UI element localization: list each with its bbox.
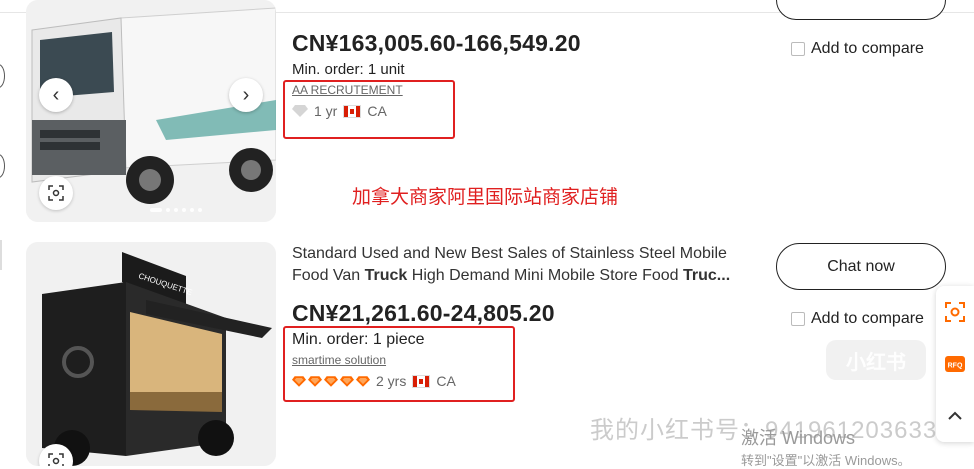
annotation-box	[283, 326, 515, 402]
compare-checkbox[interactable]	[791, 42, 805, 56]
carousel-next-button[interactable]: ›	[229, 78, 263, 112]
chat-now-button-partial[interactable]	[776, 0, 946, 20]
image-search-icon	[48, 185, 64, 201]
floating-side-panel: RFQ	[936, 286, 974, 442]
title-keyword: Truck	[364, 267, 408, 284]
product-image-truck[interactable]: ‹ ›	[26, 0, 276, 222]
add-to-compare[interactable]: Add to compare	[791, 310, 924, 328]
min-order: Min. order: 1 unit	[292, 61, 405, 78]
chat-now-button[interactable]: Chat now	[776, 243, 946, 290]
product-title-line-2: Food Van Truck High Demand Mini Mobile S…	[292, 265, 762, 287]
carousel-dot[interactable]	[182, 208, 186, 212]
product-price: CN¥163,005.60-166,549.20	[292, 30, 581, 56]
carousel-prev-button[interactable]: ‹	[39, 78, 73, 112]
carousel-dot[interactable]	[174, 208, 178, 212]
title-text: Food Van	[292, 267, 365, 284]
left-edge-radio-fragment	[0, 154, 5, 178]
compare-label: Add to compare	[811, 40, 924, 57]
carousel-dots	[150, 208, 202, 212]
image-search-icon	[48, 453, 64, 466]
carousel-dot[interactable]	[166, 208, 170, 212]
carousel-dot[interactable]	[190, 208, 194, 212]
xiaohongshu-watermark-logo: 小红书	[826, 340, 926, 380]
product-price: CN¥21,261.60-24,805.20	[292, 300, 555, 326]
compare-checkbox[interactable]	[791, 312, 805, 326]
image-search-button[interactable]	[39, 176, 73, 210]
windows-activation-title: 激活 Windows	[741, 428, 856, 448]
product-image-food-truck[interactable]: CHOUQUETTE	[26, 242, 276, 466]
title-text: High Demand Mini Mobile Store Food	[407, 267, 684, 284]
rfq-icon-text: RFQ	[948, 363, 963, 370]
camera-scan-icon	[945, 302, 965, 322]
product-title-line-1: Standard Used and New Best Sales of Stai…	[292, 245, 727, 262]
food-truck-image: CHOUQUETTE	[26, 242, 276, 466]
left-edge-radio-fragment	[0, 64, 5, 88]
rfq-icon: RFQ	[945, 356, 965, 372]
carousel-dot[interactable]	[198, 208, 202, 212]
windows-activation-subtitle: 转到"设置"以激活 Windows。	[741, 453, 911, 468]
annotation-text: 加拿大商家阿里国际站商家店铺	[352, 187, 619, 208]
product-title-link[interactable]: Standard Used and New Best Sales of Stai…	[292, 243, 762, 287]
left-edge-divider	[0, 240, 2, 270]
scroll-top-button[interactable]	[945, 406, 965, 426]
chevron-up-icon	[948, 411, 962, 420]
add-to-compare[interactable]: Add to compare	[791, 40, 924, 58]
compare-label: Add to compare	[811, 310, 924, 327]
carousel-dot-active[interactable]	[150, 208, 162, 212]
image-search-side-button[interactable]	[945, 302, 965, 322]
title-keyword: Truc...	[683, 267, 731, 284]
annotation-box	[283, 80, 455, 139]
rfq-button[interactable]: RFQ	[945, 354, 965, 374]
